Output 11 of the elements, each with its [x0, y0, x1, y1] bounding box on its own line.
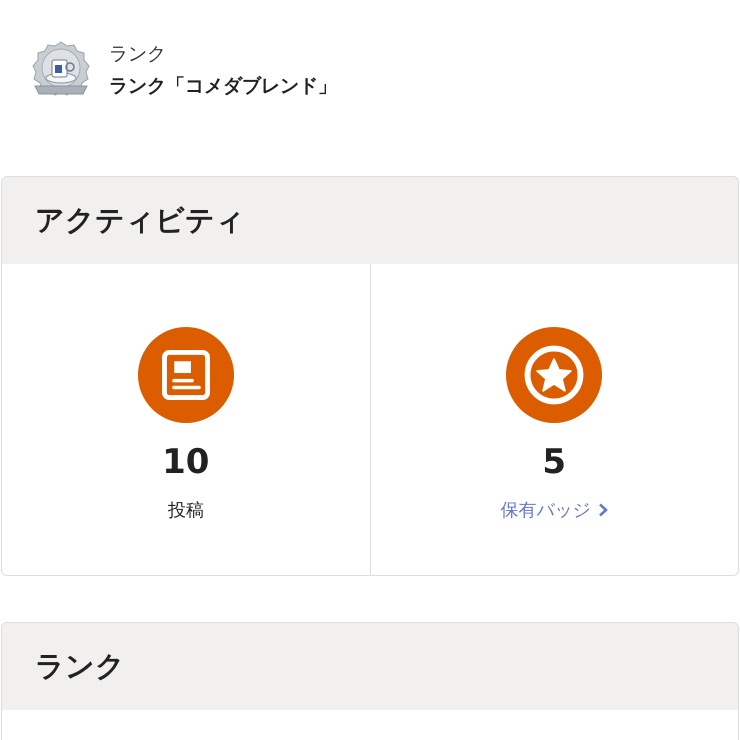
stat-label: 投稿: [168, 499, 204, 522]
stat-count: 10: [162, 442, 210, 482]
rank-label: ランク: [109, 42, 167, 67]
badges-link[interactable]: 保有バッジ: [500, 498, 608, 522]
chevron-right-icon: [598, 503, 608, 517]
star-badge-icon: [505, 326, 604, 424]
section-title: アクティビティ: [2, 177, 738, 264]
section-title: ランク: [2, 623, 738, 710]
document-icon: [136, 326, 235, 424]
rank-name: ランク「コメダブレンド」: [109, 74, 337, 99]
stat-count: 5: [542, 442, 566, 482]
